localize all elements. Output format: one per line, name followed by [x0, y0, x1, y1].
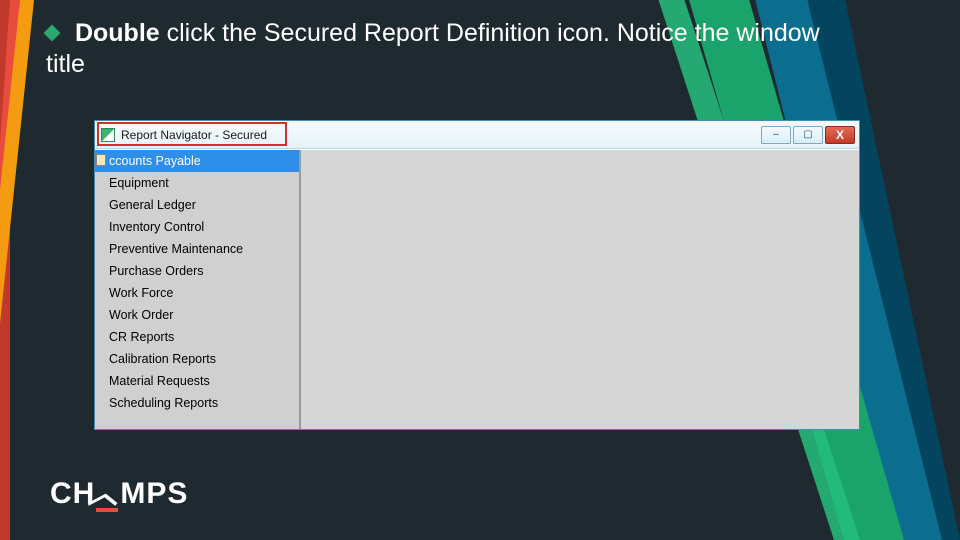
report-navigator-window: Report Navigator - Secured – ▢ X ccounts… — [94, 120, 860, 430]
tree-item-equipment[interactable]: Equipment — [95, 172, 299, 194]
tree-item-work-order[interactable]: Work Order — [95, 304, 299, 326]
navigation-tree[interactable]: ccounts Payable Equipment General Ledger… — [95, 150, 301, 429]
maximize-button[interactable]: ▢ — [793, 126, 823, 144]
tree-item-label: Work Force — [109, 286, 173, 300]
tree-item-general-ledger[interactable]: General Ledger — [95, 194, 299, 216]
tree-item-work-force[interactable]: Work Force — [95, 282, 299, 304]
app-icon — [101, 128, 115, 142]
window-controls: – ▢ X — [761, 126, 855, 144]
tree-item-label: Material Requests — [109, 374, 210, 388]
logo-part2: MPS — [120, 477, 188, 510]
tree-item-label: Inventory Control — [109, 220, 204, 234]
tree-item-label: Scheduling Reports — [109, 396, 218, 410]
champs-logo: CH︿MPS — [50, 468, 188, 512]
folder-icon — [96, 154, 106, 166]
content-pane — [301, 150, 859, 429]
titlebar[interactable]: Report Navigator - Secured – ▢ X — [95, 121, 859, 149]
tree-item-label: Work Order — [109, 308, 173, 322]
tree-item-accounts-payable[interactable]: ccounts Payable — [95, 150, 299, 172]
tree-item-preventive-maintenance[interactable]: Preventive Maintenance — [95, 238, 299, 260]
tree-item-purchase-orders[interactable]: Purchase Orders — [95, 260, 299, 282]
window-title: Report Navigator - Secured — [121, 128, 267, 142]
tree-item-label: Purchase Orders — [109, 264, 203, 278]
tree-item-cr-reports[interactable]: CR Reports — [95, 326, 299, 348]
tree-item-label: General Ledger — [109, 198, 196, 212]
instruction-bullet: Double click the Secured Report Definiti… — [46, 18, 820, 81]
client-area: ccounts Payable Equipment General Ledger… — [95, 149, 859, 429]
tree-item-label: ccounts Payable — [109, 154, 201, 168]
instruction-text: Double click the Secured Report Definiti… — [46, 19, 820, 78]
close-button[interactable]: X — [825, 126, 855, 144]
slide: Double click the Secured Report Definiti… — [0, 0, 960, 540]
tree-item-label: Calibration Reports — [109, 352, 216, 366]
tree-item-calibration-reports[interactable]: Calibration Reports — [95, 348, 299, 370]
instruction-lead: Double — [75, 19, 160, 47]
bullet-icon — [44, 25, 61, 42]
minimize-button[interactable]: – — [761, 126, 791, 144]
tree-item-label: Equipment — [109, 176, 169, 190]
tree-item-inventory-control[interactable]: Inventory Control — [95, 216, 299, 238]
instruction-rest: click the Secured Report Definition icon… — [46, 19, 820, 78]
tree-item-label: CR Reports — [109, 330, 174, 344]
tree-item-label: Preventive Maintenance — [109, 242, 243, 256]
tree-item-material-requests[interactable]: Material Requests — [95, 370, 299, 392]
tree-item-scheduling-reports[interactable]: Scheduling Reports — [95, 392, 299, 414]
